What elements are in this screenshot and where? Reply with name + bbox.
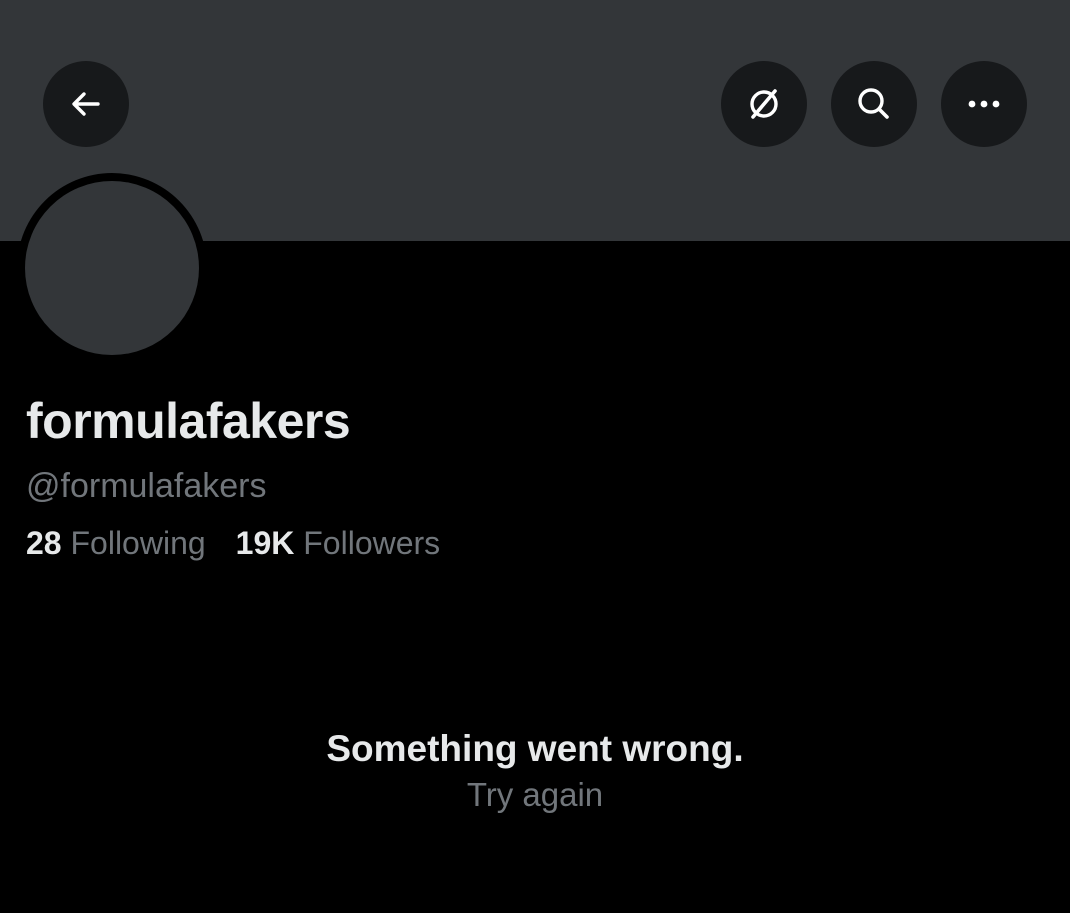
avatar[interactable] <box>25 181 199 355</box>
back-button[interactable] <box>43 61 129 147</box>
following-label: Following <box>70 525 206 561</box>
arrow-left-icon <box>72 92 100 116</box>
profile-handle: @formulafakers <box>26 467 267 505</box>
more-button[interactable] <box>941 61 1027 147</box>
following-link[interactable]: 28 Following <box>26 525 206 562</box>
more-horizontal-icon <box>968 100 1000 108</box>
followers-label: Followers <box>303 525 441 561</box>
search-button[interactable] <box>831 61 917 147</box>
grok-icon <box>750 89 778 119</box>
following-count: 28 <box>26 525 62 561</box>
error-message: Something went wrong. <box>326 728 744 769</box>
followers-link[interactable]: 19K Followers <box>236 525 441 562</box>
try-again-link[interactable]: Try again <box>467 776 603 813</box>
search-icon <box>858 88 889 119</box>
followers-count: 19K <box>235 525 295 561</box>
retry-container: Try again <box>0 776 1070 814</box>
follow-stats: 28 Following 19K Followers <box>26 525 440 562</box>
grok-button[interactable] <box>721 61 807 147</box>
profile-display-name: formulafakers <box>26 393 351 449</box>
